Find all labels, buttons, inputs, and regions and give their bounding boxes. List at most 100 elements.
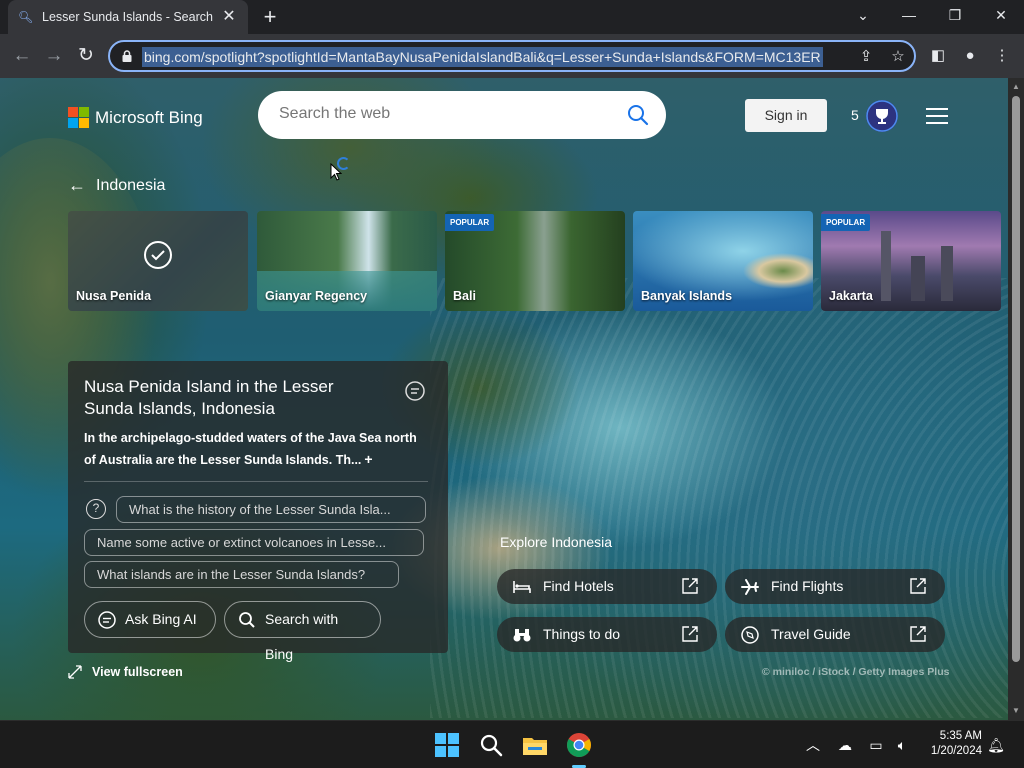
taskbar-search-icon[interactable] (476, 730, 506, 760)
travel-guide-button[interactable]: Travel Guide (725, 617, 945, 652)
tab-search-chevron-icon[interactable]: ⌄ (840, 0, 886, 30)
popular-badge: POPULAR (445, 214, 495, 231)
sign-in-button[interactable]: Sign in (745, 99, 827, 132)
windows-start-icon[interactable] (432, 730, 462, 760)
system-clock[interactable]: 5:35 AM 1/20/2024 (918, 729, 982, 759)
question-icon: ? (86, 499, 106, 519)
external-link-icon (682, 626, 698, 642)
expand-plus-icon[interactable]: + (364, 451, 372, 467)
file-explorer-icon[interactable] (520, 730, 550, 760)
expand-icon (68, 665, 82, 679)
info-panel: Nusa Penida Island in the Lesser Sunda I… (68, 361, 448, 662)
travel-guide-label: Travel Guide (771, 626, 851, 642)
share-icon[interactable]: ⇪ (856, 47, 876, 67)
find-flights-label: Find Flights (771, 578, 844, 594)
search-with-bing-label: Search with Bing (265, 611, 339, 662)
volume-muted-icon[interactable]: 🔈︎ (892, 735, 912, 755)
find-hotels-button[interactable]: Find Hotels (497, 569, 717, 604)
close-tab-icon[interactable]: ✕ (220, 8, 238, 26)
find-hotels-label: Find Hotels (543, 578, 614, 594)
destination-card-bali[interactable]: POPULAR Bali (445, 211, 625, 311)
minimize-button[interactable]: — (886, 0, 932, 30)
back-arrow-icon[interactable]: ← (68, 175, 86, 196)
search-icon[interactable] (626, 103, 650, 127)
card-label: Jakarta (829, 289, 873, 303)
things-to-do-button[interactable]: Things to do (497, 617, 717, 652)
destination-card-banyak-islands[interactable]: Banyak Islands (633, 211, 813, 311)
suggested-question[interactable]: What islands are in the Lesser Sunda Isl… (84, 561, 399, 588)
destination-card-jakarta[interactable]: POPULAR Jakarta (821, 211, 1001, 311)
card-label: Gianyar Regency (265, 289, 368, 303)
compass-icon (741, 626, 759, 644)
suggested-question[interactable]: Name some active or extinct volcanoes in… (84, 529, 424, 556)
new-tab-button[interactable]: + (258, 5, 282, 29)
rewards-points[interactable]: 5 (851, 107, 859, 123)
info-title: Nusa Penida Island in the Lesser Sunda I… (84, 377, 334, 418)
selected-check-icon (144, 241, 172, 269)
ask-bing-ai-label: Ask Bing AI (125, 611, 197, 627)
view-fullscreen-link[interactable]: View fullscreen (68, 665, 183, 679)
windows-taskbar: ︿ ☁ ▭ 🔈︎ 5:35 AM 1/20/2024 🔔︎ (0, 720, 1024, 768)
bing-logo[interactable]: Microsoft Bing (68, 107, 203, 128)
explore-title: Explore Indonesia (500, 534, 613, 550)
bed-icon (513, 581, 531, 593)
close-window-button[interactable]: ✕ (978, 0, 1024, 30)
scroll-up-arrow-icon[interactable]: ▲ (1011, 82, 1021, 91)
network-icon[interactable]: ▭ (866, 735, 886, 755)
back-button[interactable]: ← (8, 42, 36, 70)
clock-time: 5:35 AM (939, 730, 982, 742)
image-credit: © miniloc / iStock / Getty Images Plus (762, 666, 950, 678)
bing-brand-name: Microsoft Bing (95, 107, 203, 127)
destination-card-nusa-penida[interactable]: Nusa Penida (68, 211, 248, 311)
ask-bing-ai-button[interactable]: Ask Bing AI (84, 601, 216, 638)
info-description: In the archipelago-studded waters of the… (84, 428, 429, 471)
chat-icon (98, 611, 116, 629)
search-input[interactable]: Search the web (258, 91, 666, 139)
browser-tab[interactable]: 🔍︎ Lesser Sunda Islands - Search ✕ (8, 0, 248, 34)
tab-strip: 🔍︎ Lesser Sunda Islands - Search ✕ + ⌄ —… (0, 0, 1024, 34)
suggested-question[interactable]: What is the history of the Lesser Sunda … (116, 496, 426, 523)
show-hidden-icons-chevron-icon[interactable]: ︿ (803, 735, 823, 755)
card-label: Bali (453, 289, 476, 303)
external-link-icon (910, 626, 926, 642)
forward-button[interactable]: → (40, 42, 68, 70)
hamburger-menu-icon[interactable] (926, 108, 948, 124)
page-scrollbar[interactable]: ▲ ▼ (1008, 78, 1024, 720)
notification-bell-icon[interactable]: 🔔︎ (986, 735, 1006, 755)
microsoft-logo-icon (68, 107, 89, 128)
browser-toolbar: ← → ↻ bing.com/spotlight?spotlightId=Man… (0, 34, 1024, 78)
chrome-icon[interactable] (564, 730, 594, 760)
search-icon (239, 612, 255, 628)
breadcrumb-back[interactable]: ← Indonesia (68, 175, 165, 196)
search-favicon-icon: 🔍︎ (18, 10, 34, 24)
things-to-do-label: Things to do (543, 626, 621, 642)
rewards-trophy-icon[interactable] (866, 100, 898, 132)
background-sea (430, 278, 1008, 718)
airplane-icon (741, 579, 759, 595)
url-text[interactable]: bing.com/spotlight?spotlightId=MantaBayN… (142, 47, 823, 67)
more-menu-icon[interactable]: ⋮ (990, 44, 1014, 68)
side-panel-icon[interactable]: ◧ (926, 44, 950, 68)
external-link-icon (682, 578, 698, 594)
search-with-bing-button[interactable]: Search with Bing (224, 601, 381, 662)
search-placeholder: Search the web (279, 105, 391, 122)
scroll-down-arrow-icon[interactable]: ▼ (1011, 706, 1021, 715)
restore-button[interactable]: ❐ (932, 0, 978, 30)
profile-icon[interactable]: ● (958, 44, 982, 68)
bing-spotlight-page: Microsoft Bing Search the web Sign in 5 … (0, 78, 1008, 720)
external-link-icon (910, 578, 926, 594)
mouse-cursor-icon (330, 163, 342, 181)
tab-title: Lesser Sunda Islands - Search (42, 10, 213, 24)
reload-button[interactable]: ↻ (72, 42, 100, 70)
lock-icon (122, 50, 132, 62)
find-flights-button[interactable]: Find Flights (725, 569, 945, 604)
onedrive-icon[interactable]: ☁ (835, 735, 855, 755)
destination-card-gianyar-regency[interactable]: Gianyar Regency (257, 211, 437, 311)
bookmark-star-icon[interactable]: ☆ (888, 47, 908, 67)
breadcrumb-label: Indonesia (96, 176, 166, 194)
chat-bubble-icon[interactable] (404, 380, 426, 402)
card-label: Banyak Islands (641, 289, 733, 303)
scrollbar-thumb[interactable] (1012, 96, 1020, 662)
address-bar[interactable]: bing.com/spotlight?spotlightId=MantaBayN… (108, 40, 916, 72)
clock-date: 1/20/2024 (930, 745, 982, 757)
